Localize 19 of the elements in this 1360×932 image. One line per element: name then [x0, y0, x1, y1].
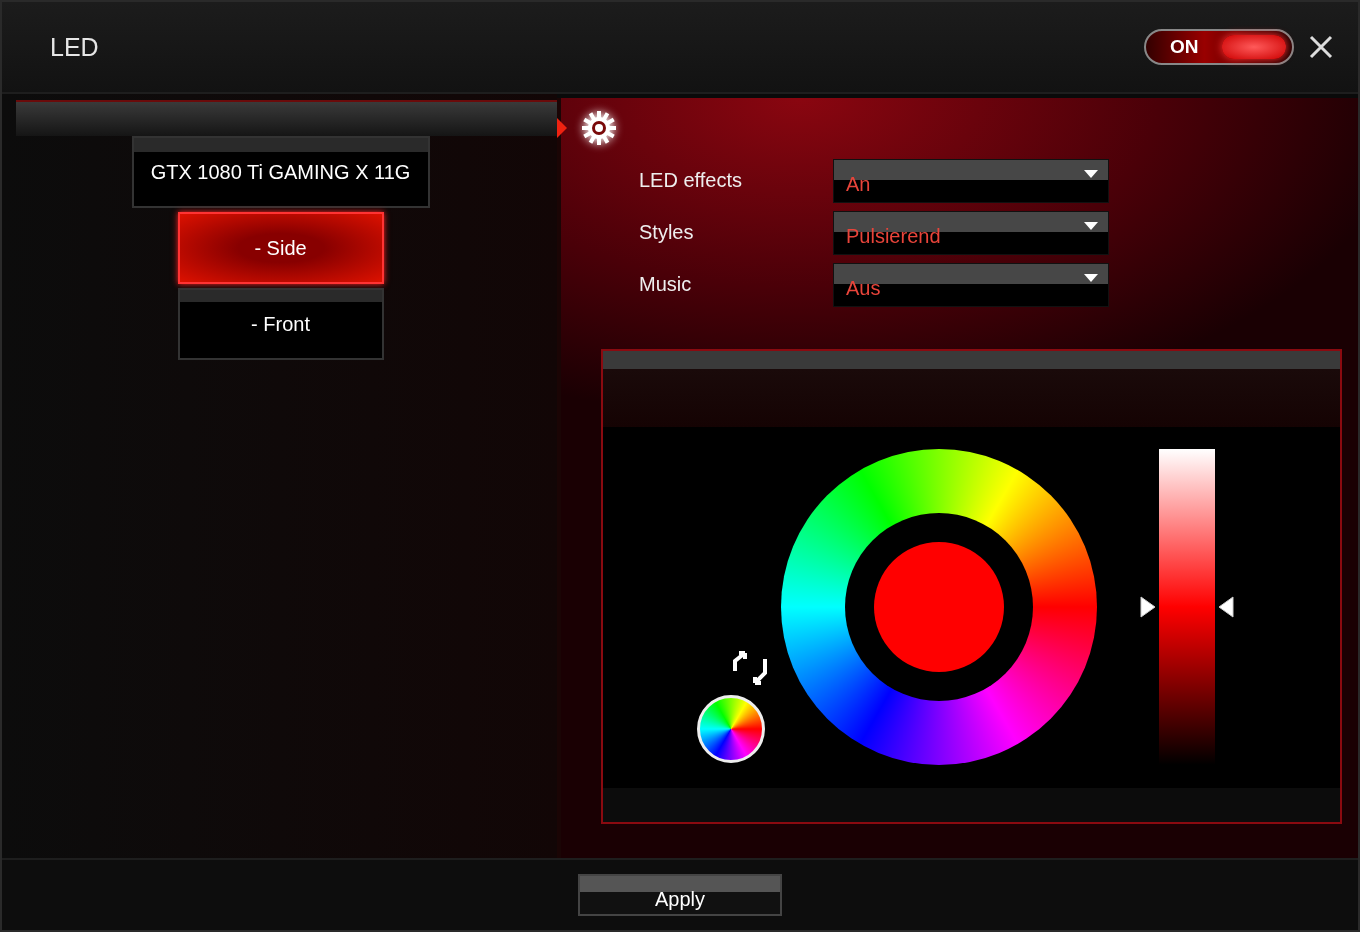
setting-label: LED effects: [639, 169, 744, 193]
caret-icon: [1084, 221, 1098, 230]
device-item[interactable]: GTX 1080 Ti GAMING X 11G: [131, 136, 430, 208]
setting-label: Styles: [639, 221, 695, 245]
led-zone-item[interactable]: - Front: [177, 288, 384, 360]
pointer-icon: [557, 118, 567, 139]
power-toggle[interactable]: ON: [1144, 29, 1294, 65]
caret-icon: [1084, 273, 1098, 282]
dropdown[interactable]: Pulsierend: [833, 210, 1109, 255]
dropdown[interactable]: An: [833, 158, 1109, 203]
slider-thumb[interactable]: [1139, 594, 1235, 619]
setting-label: Music: [639, 273, 693, 297]
apply-button[interactable]: Apply: [578, 874, 782, 916]
led-zone-item[interactable]: - Side: [177, 212, 384, 284]
settings-icon: [581, 110, 617, 147]
close-icon[interactable]: [1308, 34, 1334, 60]
caret-icon: [1084, 169, 1098, 178]
window-title: LED: [50, 32, 100, 62]
dropdown[interactable]: Aus: [833, 262, 1109, 307]
